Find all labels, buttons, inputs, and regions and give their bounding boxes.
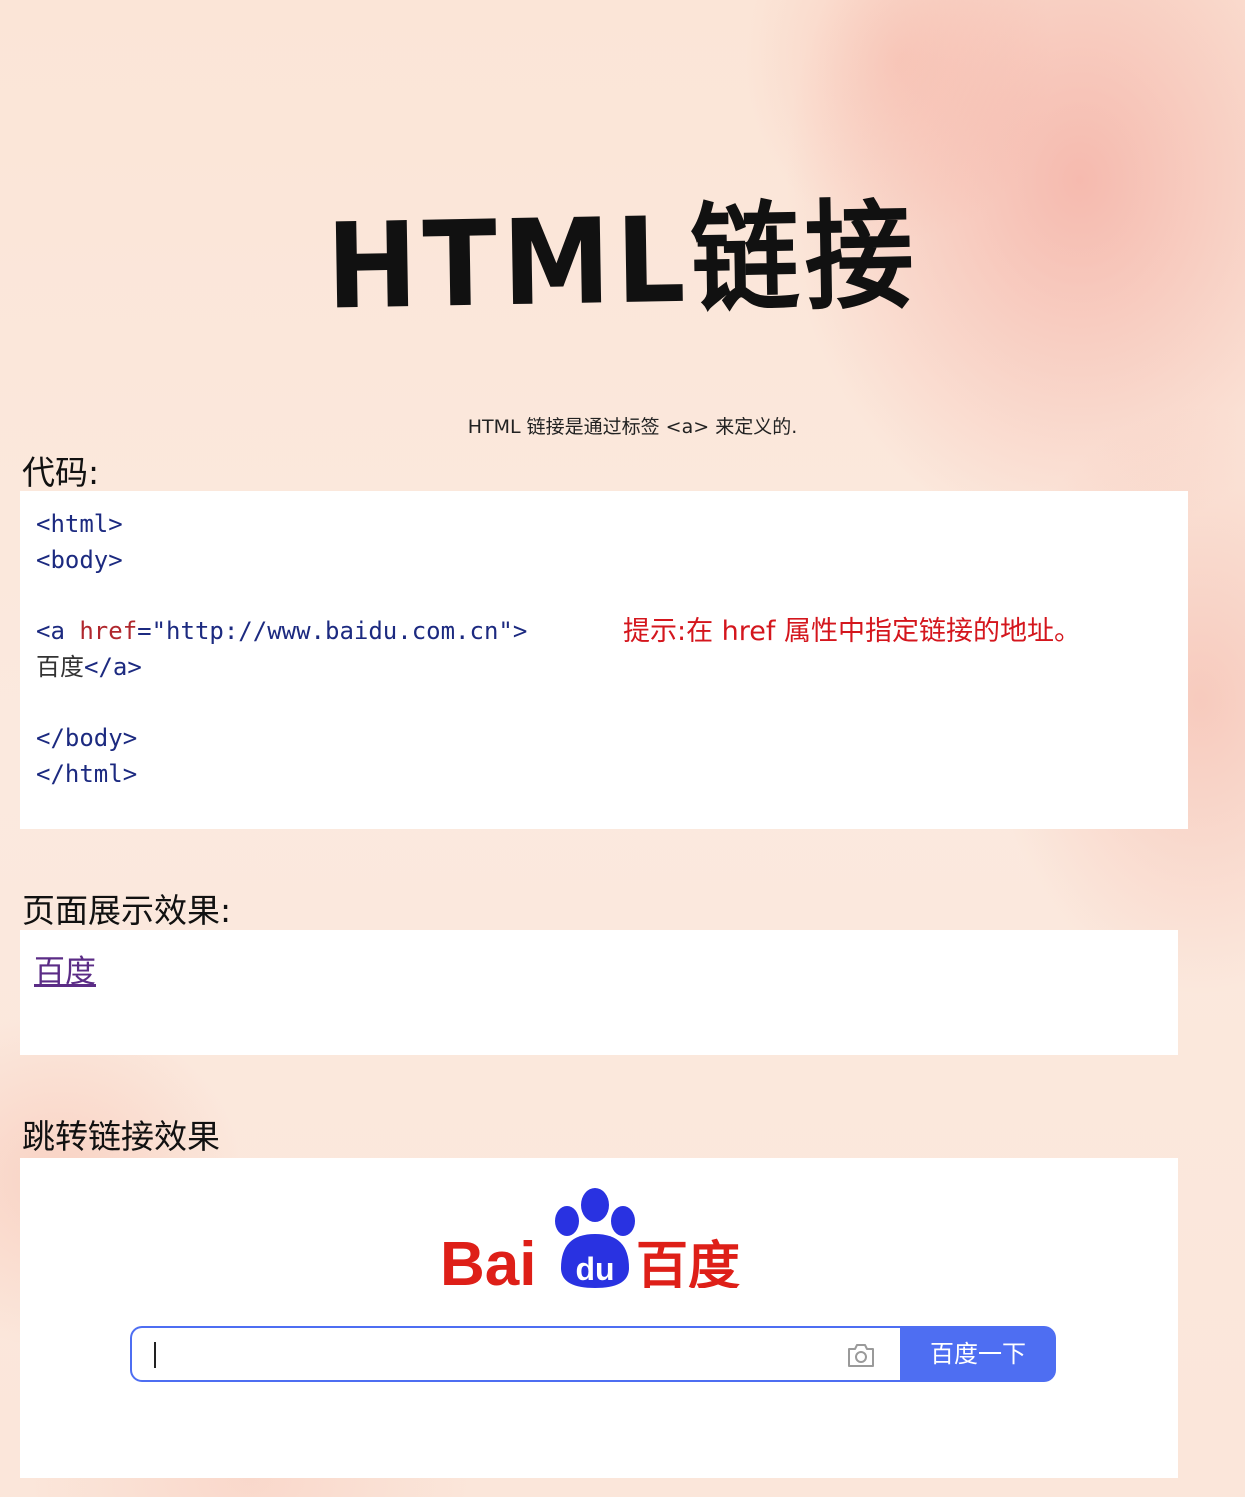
logo-text-bai: Bai [440, 1230, 536, 1288]
code-href-attr: href [79, 617, 138, 646]
code-anchor-end: </a> [84, 652, 142, 681]
code-line-html-open: <html> [36, 510, 123, 538]
jump-panel: Bai du 百度 百度一下 [20, 1158, 1178, 1478]
code-section-label: 代码: [22, 453, 100, 492]
jump-section-label: 跳转链接效果 [22, 1117, 220, 1156]
text-cursor [154, 1342, 156, 1368]
href-hint: 提示:在 href 属性中指定链接的地址。 [623, 616, 1081, 647]
intro-text: HTML 链接是通过标签 <a> 来定义的. [467, 416, 798, 438]
search-button[interactable]: 百度一下 [900, 1326, 1056, 1382]
code-block: <html> <body> <a href="http://www.baidu.… [36, 507, 527, 793]
code-anchor-close-bracket: > [512, 617, 528, 646]
preview-panel: 百度 [20, 930, 1178, 1055]
preview-section-label: 页面展示效果: [22, 891, 232, 930]
code-panel: <html> <body> <a href="http://www.baidu.… [20, 491, 1188, 829]
page-title: HTML链接 [325, 186, 920, 336]
baidu-logo: Bai du 百度 [440, 1188, 740, 1288]
code-line-body-close: </body> [36, 724, 138, 753]
baidu-link[interactable]: 百度 [34, 946, 96, 991]
code-anchor-text: 百度 [36, 652, 84, 681]
code-href-value: "http://www.baidu.com.cn" [151, 617, 513, 646]
code-equals: = [137, 617, 152, 646]
code-line-body-open: <body> [36, 545, 123, 574]
code-anchor-open: <a [36, 617, 80, 646]
logo-text-chinese: 百度 [636, 1237, 740, 1288]
search-input[interactable] [130, 1326, 900, 1382]
camera-icon[interactable] [846, 1341, 876, 1369]
logo-text-du: du [575, 1251, 614, 1287]
code-line-html-close: </html> [36, 759, 138, 788]
